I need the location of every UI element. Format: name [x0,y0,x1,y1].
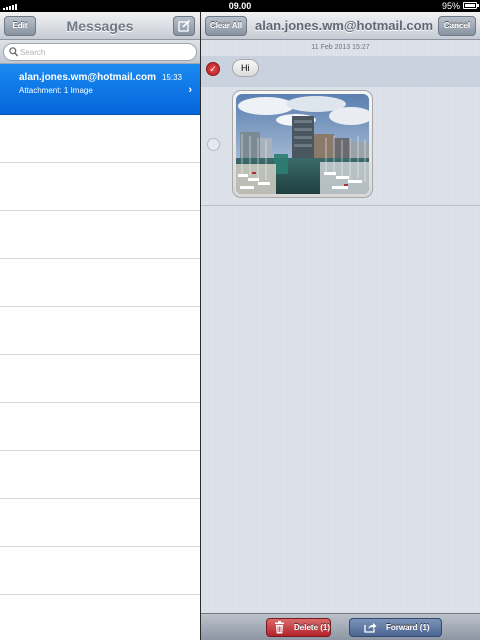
clear-all-button[interactable]: Clear All [205,16,247,36]
delete-button[interactable]: Delete (1) [266,618,331,637]
list-item [0,451,200,499]
thread-title: alan.jones.wm@hotmail.com [255,18,434,33]
chevron-right-icon: › [188,84,192,96]
list-item [0,547,200,595]
search-icon [9,47,18,57]
list-item [0,355,200,403]
list-item [0,211,200,259]
compose-icon [178,20,191,32]
list-item [0,163,200,211]
forward-button[interactable]: Forward (1) [349,618,442,637]
list-item [0,259,200,307]
page-title: Messages [66,18,134,34]
message-thread-pane: Clear All alan.jones.wm@hotmail.com Canc… [201,12,480,640]
search-bar [0,40,200,64]
conversation-list-navbar: Edit Messages [0,12,200,40]
status-time: 09.00 [228,1,252,11]
delete-label: Delete (1) [294,623,331,632]
checkbox-unselected-icon[interactable] [207,138,220,151]
list-item [0,115,200,163]
list-item [0,499,200,547]
message-bubble-image[interactable] [232,90,373,198]
conversation-time: 15:33 [161,73,182,82]
search-input[interactable] [20,45,190,59]
conversation-list-pane: Edit Messages alan.jones.wm@hotmail.com … [0,12,200,640]
conversation-preview: Attachment: 1 Image [19,86,93,95]
trash-icon [275,621,284,634]
edit-toolbar: Delete (1) Forward (1) [201,613,480,640]
compose-button[interactable] [173,16,195,36]
search-field[interactable] [3,43,197,61]
message-timestamp: 11 Feb 2013 15:27 [311,44,370,51]
thread-navbar: Clear All alan.jones.wm@hotmail.com Canc… [201,12,480,40]
checkmark-selected-icon[interactable]: ✓ [206,62,220,76]
status-bar: 09.00 95% [0,0,480,12]
forward-label: Forward (1) [386,623,430,632]
message-divider [201,205,480,206]
conversation-item-selected[interactable]: alan.jones.wm@hotmail.com 15:33 Attachme… [0,64,200,115]
conversation-sender: alan.jones.wm@hotmail.com [19,72,157,83]
list-item [0,403,200,451]
battery-percent: 95% [441,1,460,11]
battery-icon [463,2,479,9]
message-bubble-text[interactable]: Hi [232,59,259,77]
list-item [0,307,200,355]
cancel-button[interactable]: Cancel [438,16,476,36]
list-item [0,595,200,640]
harbor-photo [236,94,369,194]
forward-icon [364,623,377,633]
